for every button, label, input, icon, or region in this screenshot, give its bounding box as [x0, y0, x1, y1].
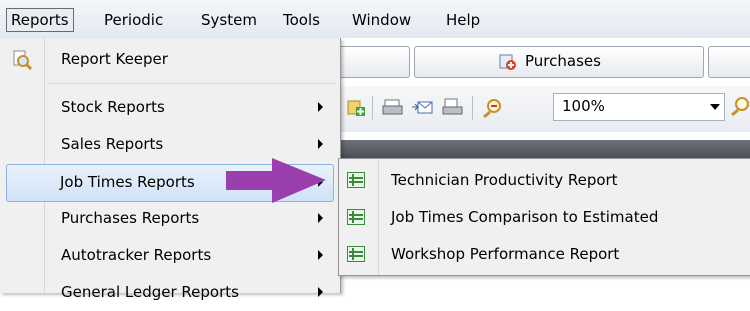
report-header-bar — [340, 140, 750, 158]
menu-periodic[interactable]: Periodic — [104, 9, 163, 31]
submenu-arrow-icon — [318, 102, 323, 112]
menu-help[interactable]: Help — [446, 9, 480, 31]
tab-button-right[interactable] — [708, 46, 750, 78]
menu-system[interactable]: System — [201, 9, 257, 31]
menu-item-stock-reports[interactable]: Stock Reports — [0, 90, 340, 126]
menu-separator — [48, 83, 336, 84]
menu-item-report-keeper[interactable]: Report Keeper — [0, 42, 340, 78]
menu-item-job-times-reports[interactable]: Job Times Reports — [6, 164, 334, 202]
menu-item-workshop-performance[interactable]: Workshop Performance Report — [339, 237, 750, 273]
menu-item-label: Job Times Reports — [60, 173, 195, 191]
report-grid-icon — [347, 209, 365, 225]
purchases-tab[interactable]: Purchases — [414, 46, 704, 78]
menu-tools[interactable]: Tools — [283, 9, 320, 31]
menu-item-autotracker-reports[interactable]: Autotracker Reports — [0, 238, 340, 274]
zoom-value: 100% — [562, 97, 605, 115]
menu-item-sales-reports[interactable]: Sales Reports — [0, 127, 340, 163]
report-grid-icon — [347, 246, 365, 262]
submenu-arrow-icon — [318, 250, 323, 260]
menu-item-label: Workshop Performance Report — [391, 245, 620, 263]
zoom-in-icon[interactable] — [730, 96, 750, 118]
menu-item-general-ledger-reports[interactable]: General Ledger Reports — [0, 275, 340, 311]
menu-item-label: Technician Productivity Report — [391, 171, 618, 189]
menu-item-label: Job Times Comparison to Estimated — [391, 208, 659, 226]
print-setup-icon[interactable] — [442, 98, 464, 118]
menu-item-technician-productivity[interactable]: Technician Productivity Report — [339, 163, 750, 199]
purchases-tab-label: Purchases — [525, 52, 601, 70]
purchases-icon — [499, 54, 516, 70]
job-times-submenu: Technician Productivity Report Job Times… — [338, 158, 750, 276]
zoom-out-icon[interactable] — [482, 98, 504, 118]
menu-bar: Reports Periodic System Tools Window Hel… — [0, 0, 750, 39]
menu-item-label: Report Keeper — [61, 50, 168, 68]
email-icon[interactable] — [412, 98, 434, 118]
menu-item-label: Autotracker Reports — [61, 246, 212, 264]
add-icon[interactable] — [346, 98, 366, 118]
zoom-select[interactable]: 100% — [553, 93, 725, 121]
print-icon[interactable] — [382, 98, 404, 118]
menu-item-job-times-comparison[interactable]: Job Times Comparison to Estimated — [339, 200, 750, 236]
submenu-arrow-icon — [318, 287, 323, 297]
menu-item-purchases-reports[interactable]: Purchases Reports — [0, 201, 340, 237]
menu-item-label: Purchases Reports — [61, 209, 200, 227]
magnifier-report-icon — [13, 50, 32, 70]
chevron-down-icon[interactable] — [710, 104, 720, 110]
menu-item-label: Stock Reports — [61, 98, 165, 116]
menu-item-label: Sales Reports — [61, 135, 164, 153]
menu-reports[interactable]: Reports — [6, 8, 74, 32]
menu-window[interactable]: Window — [352, 9, 411, 31]
submenu-arrow-icon — [318, 139, 323, 149]
submenu-arrow-icon — [318, 213, 323, 223]
menu-item-label: General Ledger Reports — [61, 283, 239, 301]
submenu-arrow-icon — [318, 177, 323, 187]
report-grid-icon — [347, 172, 365, 188]
reports-menu: Report Keeper Stock Reports Sales Report… — [0, 38, 341, 301]
